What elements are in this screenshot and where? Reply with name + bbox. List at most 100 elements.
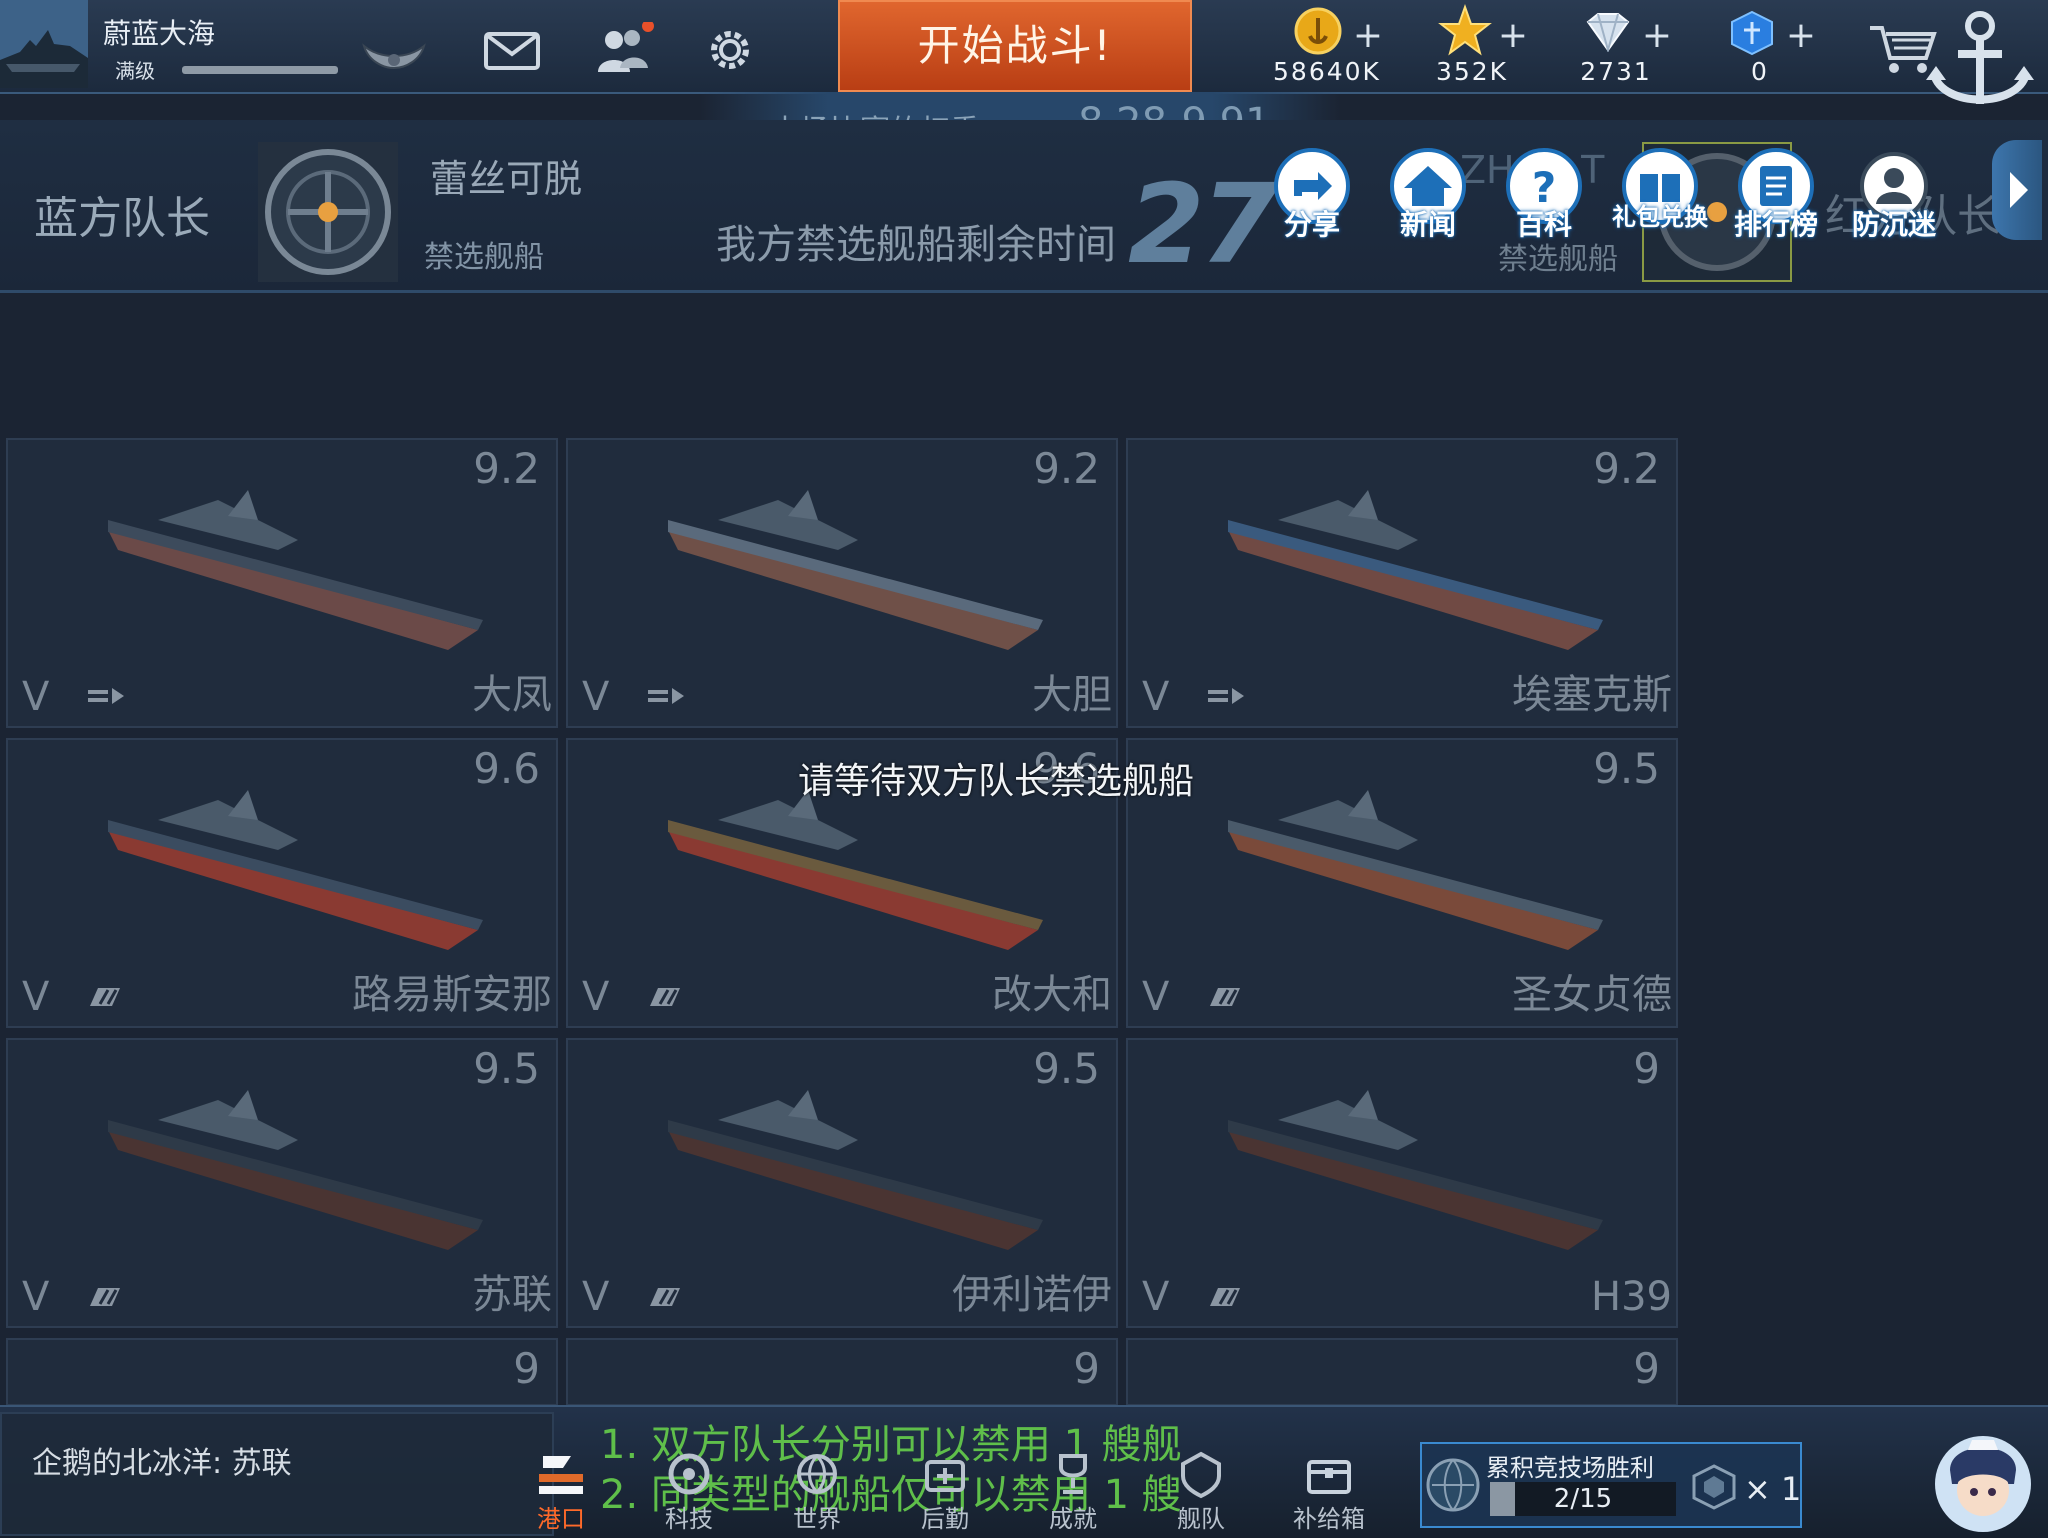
nav-supply-box[interactable]: 补给箱 <box>1284 1450 1374 1536</box>
ship-card[interactable]: 9.2 V 大胆 <box>566 438 1118 728</box>
encyclopedia-button[interactable]: ? 百科 <box>1494 146 1594 256</box>
anchor-icon[interactable] <box>1922 0 2038 126</box>
nav-fleet[interactable]: 舰队 <box>1156 1450 1246 1536</box>
ship-card[interactable]: 9.6 V 路易斯安那 <box>6 738 558 1028</box>
ship-card[interactable]: 9.5 V 圣女贞德 <box>1126 738 1678 1028</box>
nav-world-label: 世界 <box>793 1505 841 1533</box>
nav-port[interactable]: 港口 <box>516 1450 606 1536</box>
blue-crystal-icon <box>1731 10 1773 56</box>
add-diamond-icon[interactable]: + <box>1642 18 1672 54</box>
ship-card[interactable]: 9 <box>6 1338 558 1406</box>
exp-bar <box>182 66 338 74</box>
ship-tier: V <box>582 674 610 720</box>
ship-tier: V <box>1142 1274 1170 1320</box>
diamond-icon <box>1586 13 1630 52</box>
ship-image <box>108 790 483 950</box>
nav-achievement-label: 成就 <box>1049 1505 1097 1533</box>
ship-card[interactable]: 9 <box>566 1338 1118 1406</box>
nav-port-label: 港口 <box>537 1505 585 1533</box>
ship-rating: 9 <box>513 1344 540 1393</box>
rank-wings-icon[interactable] <box>362 38 426 78</box>
add-star-icon[interactable]: + <box>1498 18 1528 54</box>
battleship-type-icon <box>90 1288 120 1306</box>
ban-time-label: 我方禁选舰船剩余时间 <box>716 222 1116 268</box>
ship-name: 圣女贞德 <box>1512 972 1672 1018</box>
battleship-type-icon <box>1210 988 1240 1006</box>
ship-card[interactable]: 9.2 V 大凤 <box>6 438 558 728</box>
star-value: 352K <box>1435 57 1509 86</box>
overlay-message: 请等待双方队长禁选舰船 <box>798 761 1195 802</box>
achievement-icon <box>1059 1454 1087 1494</box>
battleship-type-icon <box>650 988 680 1006</box>
gold-coin-icon <box>1294 7 1342 55</box>
battleship-type-icon <box>650 1288 680 1306</box>
ship-image <box>1228 1090 1603 1250</box>
gift-exchange-button[interactable]: 礼包兑换 <box>1610 146 1710 256</box>
ship-image <box>668 790 1043 950</box>
carrier-type-icon <box>88 688 124 704</box>
add-gold-icon[interactable]: + <box>1353 18 1383 54</box>
logistics-icon <box>925 1460 965 1492</box>
diamond-resource[interactable]: + 2731 <box>1546 4 1686 88</box>
battleship-type-icon <box>90 988 120 1006</box>
start-battle-button[interactable]: 开始战斗! <box>838 0 1192 92</box>
player-avatar[interactable] <box>0 0 88 88</box>
star-resource[interactable]: + 352K <box>1402 4 1542 88</box>
captain-emblem-icon <box>265 149 391 275</box>
port-icon <box>539 1456 583 1494</box>
anti-addiction-button[interactable]: 防沉迷 <box>1844 146 1944 256</box>
friends-icon[interactable] <box>590 22 654 78</box>
encyclopedia-label: 百科 <box>1515 208 1572 241</box>
svg-text:?: ? <box>1532 163 1556 212</box>
ship-card[interactable]: 9 V H39 <box>1126 1038 1678 1328</box>
ship-name: 伊利诺伊 <box>952 1272 1112 1318</box>
settings-gear-icon[interactable] <box>698 22 762 78</box>
ship-tier: V <box>1142 674 1170 720</box>
arena-reward-title: 累积竞技场胜利 <box>1486 1454 1654 1482</box>
leaderboard-button[interactable]: 排行榜 <box>1726 146 1826 256</box>
ship-rating: 9 <box>1633 1044 1660 1093</box>
battleship-type-icon <box>1210 1288 1240 1306</box>
assistant-avatar[interactable] <box>1928 1424 2038 1536</box>
chat-message: 企鹅的北冰洋: 苏联 <box>32 1446 292 1481</box>
nav-logistics-label: 后勤 <box>921 1505 969 1533</box>
crystal-value: 0 <box>1751 57 1769 86</box>
nav-fleet-label: 舰队 <box>1177 1505 1225 1533</box>
nav-logistics[interactable]: 后勤 <box>900 1450 990 1536</box>
arena-reward-progress-text: 2/15 <box>1553 1484 1613 1514</box>
diamond-value: 2731 <box>1580 57 1652 86</box>
gold-resource[interactable]: + 58640K <box>1257 4 1397 88</box>
blue-captain-name: 蕾丝可脱 <box>430 157 583 201</box>
ship-card[interactable]: 9.2 V 埃塞克斯 <box>1126 438 1678 728</box>
add-crystal-icon[interactable]: + <box>1786 18 1816 54</box>
nav-tech[interactable]: 科技 <box>644 1450 734 1536</box>
nav-achievement[interactable]: 成就 <box>1028 1450 1118 1536</box>
ship-image <box>108 1090 483 1250</box>
supply-box-icon <box>1307 1460 1351 1494</box>
mail-icon[interactable] <box>480 22 544 78</box>
gold-value: 58640K <box>1273 57 1381 86</box>
crystal-resource[interactable]: + 0 <box>1690 4 1830 88</box>
tech-icon <box>668 1453 710 1495</box>
ship-tier: V <box>582 1274 610 1320</box>
gift-exchange-label: 礼包兑换 <box>1612 203 1708 231</box>
ship-card[interactable]: 9 <box>1126 1338 1678 1406</box>
carrier-type-icon <box>1208 688 1244 704</box>
ship-card[interactable]: 9.5 V 伊利诺伊 <box>566 1038 1118 1328</box>
leaderboard-label: 排行榜 <box>1733 208 1818 241</box>
blue-captain-avatar[interactable] <box>258 142 398 282</box>
player-level: 满级 <box>115 59 155 83</box>
ship-tier: V <box>22 674 50 720</box>
ship-image <box>668 490 1043 650</box>
ship-card[interactable]: 9.5 V 苏联 <box>6 1038 558 1328</box>
nav-world[interactable]: 世界 <box>772 1450 862 1536</box>
news-button[interactable]: 新闻 <box>1378 146 1478 256</box>
reward-crystal-icon <box>1692 1464 1736 1510</box>
menu-expand-arrow-icon[interactable] <box>1992 140 2042 240</box>
blue-captain-label: 蓝方队长 <box>34 193 210 244</box>
ship-name: H39 <box>1591 1274 1672 1320</box>
share-label: 分享 <box>1283 208 1340 241</box>
share-button[interactable]: 分享 <box>1262 146 1362 256</box>
nav-supply-box-label: 补给箱 <box>1293 1505 1365 1533</box>
ship-tier: V <box>22 974 50 1020</box>
